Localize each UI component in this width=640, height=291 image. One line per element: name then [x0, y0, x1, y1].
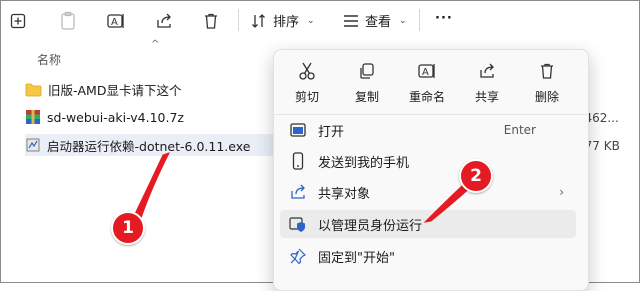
explorer-window: A 排序 ⌄ 查看 ⌄ ··· ^ 名称 旧版-AMD显卡请下这个 sd-web…: [0, 0, 640, 291]
view-button[interactable]: 查看 ⌄: [343, 11, 407, 30]
file-row[interactable]: 旧版-AMD显卡请下这个: [25, 78, 181, 100]
menu-item-label: 发送到我的手机: [318, 155, 410, 171]
annotation-badge-1: 1: [111, 211, 145, 245]
delete-button[interactable]: 删除: [519, 60, 575, 114]
menu-item-label: 打开: [318, 124, 345, 140]
share-icon: [476, 60, 498, 82]
more-options-button[interactable]: ···: [435, 11, 453, 26]
annotation-arrow-1: [133, 152, 170, 219]
menu-item-share-with[interactable]: 共享对象 ›: [280, 178, 576, 206]
sort-label: 排序: [273, 15, 300, 30]
menu-item-run-as-admin[interactable]: 以管理员身份运行: [280, 210, 576, 238]
menu-item-pin-to-start[interactable]: 固定到"开始": [280, 242, 576, 270]
menu-item-label: 共享对象: [318, 186, 371, 202]
menu-item-open[interactable]: 打开 Enter: [280, 116, 576, 144]
sort-button[interactable]: 排序 ⌄: [251, 11, 315, 30]
delete-icon[interactable]: [200, 10, 222, 32]
paste-icon[interactable]: [57, 10, 79, 32]
menu-divider: [274, 114, 588, 115]
column-header-name[interactable]: 名称: [37, 51, 61, 68]
open-icon: [288, 120, 308, 140]
rename-icon: A: [416, 60, 438, 82]
sort-icon: [252, 13, 265, 28]
rename-button[interactable]: A 重命名: [399, 60, 455, 114]
chevron-down-icon: ⌄: [399, 15, 407, 26]
share-label: 共享: [474, 90, 499, 104]
file-name: 启动器运行依赖-dotnet-6.0.11.exe: [47, 138, 251, 154]
copy-button[interactable]: 复制: [339, 60, 395, 114]
file-row-selected[interactable]: 启动器运行依赖-dotnet-6.0.11.exe: [25, 134, 273, 156]
menu-item-label: 以管理员身份运行: [318, 218, 423, 234]
delete-label: 删除: [534, 90, 559, 104]
installer-icon: [26, 138, 40, 152]
svg-text:A: A: [422, 67, 429, 78]
admin-shield-icon: [288, 214, 308, 234]
delete-icon: [536, 60, 558, 82]
new-icon[interactable]: [7, 10, 29, 32]
svg-text:A: A: [111, 17, 118, 28]
menu-item-label: 固定到"开始": [318, 250, 395, 266]
cut-icon: [296, 60, 318, 82]
chevron-down-icon: ⌄: [307, 15, 315, 26]
copy-icon: [356, 60, 378, 82]
chevron-right-icon: ›: [559, 185, 564, 199]
rename-icon[interactable]: A: [105, 10, 127, 32]
file-name: 旧版-AMD显卡请下这个: [48, 82, 182, 98]
shortcut-label: Enter: [503, 123, 536, 137]
sort-caret-icon: ^: [151, 39, 160, 50]
context-menu: 剪切 复制 A 重命名 共享 删除 打开 Enter 发送到我的手机 共享对象 …: [273, 49, 589, 291]
share-button[interactable]: 共享: [459, 60, 515, 114]
annotation-badge-2: 2: [459, 159, 493, 193]
cut-label: 剪切: [294, 90, 319, 104]
view-icon: [344, 14, 358, 27]
file-row[interactable]: sd-webui-aki-v4.10.7z: [25, 106, 184, 128]
toolbar-divider: [238, 9, 239, 31]
menu-item-send-to-phone[interactable]: 发送到我的手机: [280, 147, 576, 175]
view-label: 查看: [365, 15, 392, 30]
folder-icon: [25, 83, 42, 96]
share-icon[interactable]: [153, 10, 175, 32]
pin-icon: [288, 246, 308, 266]
phone-icon: [288, 151, 308, 171]
toolbar-divider: [419, 9, 420, 31]
archive-icon: [26, 110, 40, 124]
copy-label: 复制: [354, 90, 379, 104]
share-icon: [288, 182, 308, 202]
cut-button[interactable]: 剪切: [279, 60, 335, 114]
file-name: sd-webui-aki-v4.10.7z: [47, 109, 184, 125]
rename-label: 重命名: [408, 90, 445, 104]
